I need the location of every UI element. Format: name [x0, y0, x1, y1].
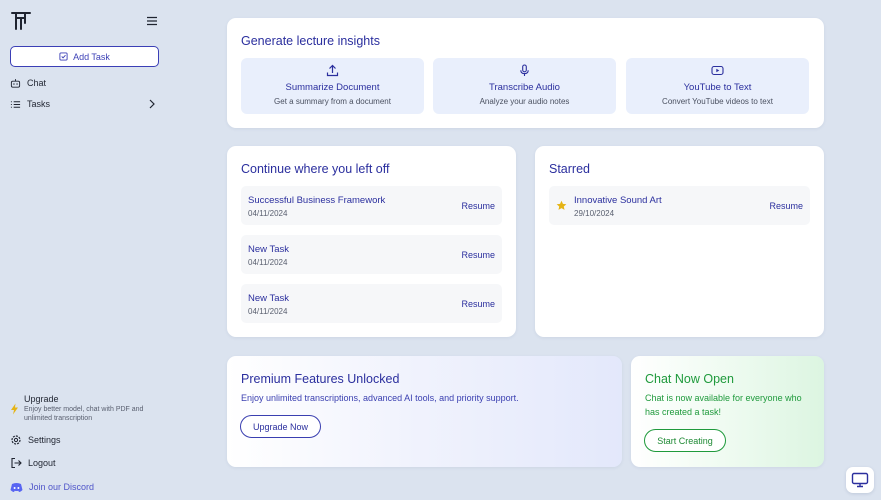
insights-card: Generate lecture insights Summarize Docu… [227, 18, 824, 128]
settings-link[interactable]: Settings [10, 432, 160, 448]
sidebar: Add Task Chat Tasks Upgrade Enjoy better… [0, 0, 168, 500]
add-task-label: Add Task [73, 51, 110, 62]
chat-open-title: Chat Now Open [645, 372, 734, 386]
insight-subtitle: Convert YouTube videos to text [662, 97, 773, 106]
sidebar-item-chat[interactable]: Chat [10, 75, 160, 91]
starred-card: Starred Innovative Sound Art 29/10/2024 … [535, 146, 824, 337]
insight-subtitle: Analyze your audio notes [479, 97, 570, 106]
resume-button[interactable]: Resume [769, 201, 803, 211]
app-logo-icon[interactable] [10, 10, 32, 32]
resume-button[interactable]: Resume [461, 250, 495, 260]
chat-open-card: Chat Now Open Chat is now available for … [631, 356, 824, 467]
transcribe-audio-card[interactable]: Transcribe Audio Analyze your audio note… [433, 58, 616, 114]
discord-link[interactable]: Join our Discord [10, 479, 160, 495]
summarize-document-card[interactable]: Summarize Document Get a summary from a … [241, 58, 424, 114]
upload-icon [326, 64, 339, 77]
insights-title: Generate lecture insights [241, 34, 380, 48]
youtube-to-text-card[interactable]: YouTube to Text Convert YouTube videos t… [626, 58, 809, 114]
task-date: 04/11/2024 [248, 258, 288, 267]
discord-icon [10, 482, 23, 492]
sidebar-item-tasks[interactable]: Tasks [10, 96, 160, 112]
insight-subtitle: Get a summary from a document [274, 97, 391, 106]
premium-title: Premium Features Unlocked [241, 372, 400, 386]
chat-open-description: Chat is now available for everyone who h… [645, 393, 802, 417]
task-title: Innovative Sound Art [574, 195, 662, 206]
youtube-icon [711, 65, 724, 76]
lightning-icon [11, 403, 18, 415]
list-item[interactable]: New Task 04/11/2024 Resume [241, 284, 502, 323]
upgrade-title: Upgrade [24, 394, 59, 404]
resume-button[interactable]: Resume [461, 201, 495, 211]
task-date: 04/11/2024 [248, 209, 288, 218]
task-title: Successful Business Framework [248, 195, 386, 206]
discord-label: Join our Discord [29, 482, 95, 492]
logout-link[interactable]: Logout [10, 455, 160, 471]
microphone-icon [520, 64, 529, 76]
menu-icon[interactable] [146, 15, 158, 27]
task-title: New Task [248, 293, 290, 304]
task-icon [59, 52, 68, 61]
premium-description: Enjoy unlimited transcriptions, advanced… [241, 393, 519, 403]
screen-share-button[interactable] [846, 467, 874, 493]
monitor-icon [851, 472, 869, 488]
insight-title: YouTube to Text [683, 82, 752, 93]
chat-bot-icon [10, 78, 21, 88]
list-item[interactable]: Successful Business Framework 04/11/2024… [241, 186, 502, 225]
logout-label: Logout [28, 458, 56, 468]
logout-icon [11, 457, 22, 469]
continue-card: Continue where you left off Successful B… [227, 146, 516, 337]
insight-title: Summarize Document [285, 82, 380, 93]
continue-title: Continue where you left off [241, 162, 390, 176]
insight-title: Transcribe Audio [489, 82, 560, 93]
premium-card: Premium Features Unlocked Enjoy unlimite… [227, 356, 622, 467]
task-title: New Task [248, 244, 290, 255]
upgrade-promo[interactable]: Upgrade Enjoy better model, chat with PD… [10, 394, 158, 423]
add-task-button[interactable]: Add Task [10, 46, 159, 67]
sidebar-item-label: Chat [27, 78, 47, 88]
task-date: 29/10/2024 [574, 209, 615, 218]
starred-title: Starred [549, 162, 590, 176]
task-date: 04/11/2024 [248, 307, 288, 316]
list-icon [10, 100, 21, 108]
upgrade-now-button[interactable]: Upgrade Now [240, 415, 321, 438]
sidebar-item-label: Tasks [27, 99, 51, 109]
resume-button[interactable]: Resume [461, 299, 495, 309]
start-creating-button[interactable]: Start Creating [644, 429, 726, 452]
chevron-right-icon[interactable] [148, 99, 156, 109]
gear-icon [11, 435, 21, 445]
settings-label: Settings [28, 435, 61, 445]
list-item[interactable]: New Task 04/11/2024 Resume [241, 235, 502, 274]
star-icon[interactable] [556, 200, 567, 211]
list-item[interactable]: Innovative Sound Art 29/10/2024 Resume [549, 186, 810, 225]
upgrade-description: Enjoy better model, chat with PDF and un… [24, 406, 144, 422]
